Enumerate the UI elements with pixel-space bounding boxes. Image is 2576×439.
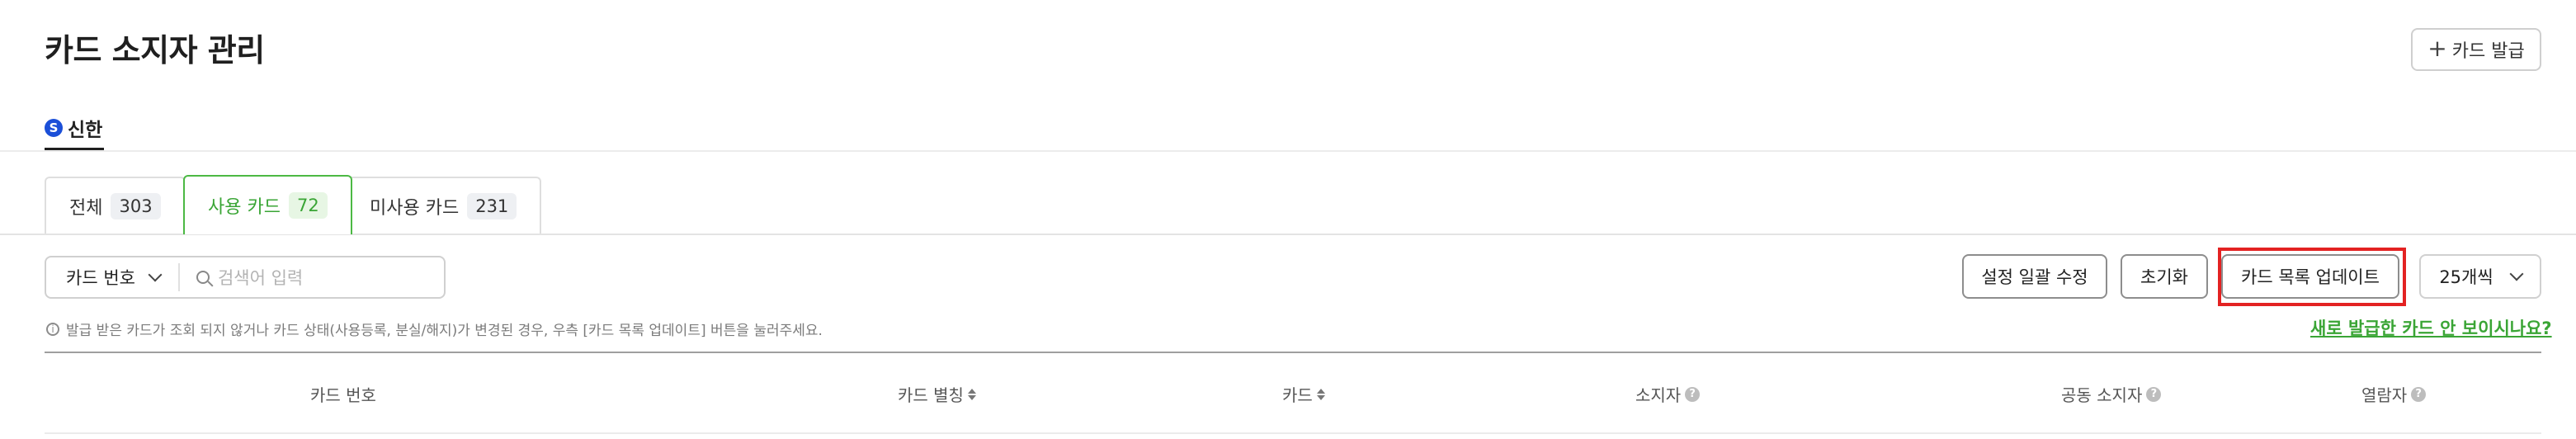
- issue-card-label: 카드 발급: [2451, 41, 2525, 62]
- new-card-help-link[interactable]: 새로 발급한 카드 안 보이시나요?: [2310, 315, 2552, 340]
- bank-tab-shinhan[interactable]: S 신한: [45, 114, 102, 142]
- shinhan-logo-icon: S: [45, 119, 63, 137]
- help-icon[interactable]: ?: [2411, 386, 2427, 402]
- bulk-edit-button[interactable]: 설정 일괄 수정: [1962, 254, 2107, 299]
- table-header-bottom-border: [45, 432, 2541, 434]
- info-message: i 발급 받은 카드가 조회 되지 않거나 카드 상태(사용등록, 분실/해지)…: [46, 319, 823, 339]
- column-label: 공동 소지자: [2061, 385, 2143, 405]
- search-placeholder: 검색어 입력: [217, 268, 304, 288]
- per-page-select[interactable]: 25개씩: [2419, 254, 2541, 299]
- per-page-value: 25개씩: [2439, 267, 2493, 287]
- search-field-select-value: 카드 번호: [66, 268, 135, 288]
- column-header-card-number: 카드 번호: [310, 382, 376, 406]
- sort-icon[interactable]: [1316, 388, 1325, 400]
- column-header-holder: 소지자 ?: [1635, 382, 1701, 406]
- bank-tab-label: 신한: [68, 120, 103, 141]
- search-icon: [196, 271, 210, 284]
- search-field-select[interactable]: 카드 번호: [46, 263, 180, 291]
- info-text: 발급 받은 카드가 조회 되지 않거나 카드 상태(사용등록, 분실/해지)가 …: [66, 323, 823, 339]
- sort-icon[interactable]: [967, 388, 976, 400]
- column-header-co-holder: 공동 소지자 ?: [2061, 382, 2162, 406]
- tab-all[interactable]: 전체 303: [45, 177, 186, 234]
- page-title: 카드 소지자 관리: [45, 32, 265, 68]
- tab-count-badge: 303: [111, 193, 161, 220]
- tab-label: 사용 카드: [208, 197, 281, 218]
- highlight-box: [2218, 248, 2406, 306]
- info-icon: i: [46, 322, 59, 336]
- table-top-border: [45, 352, 2541, 353]
- help-icon[interactable]: ?: [1685, 386, 1701, 402]
- reset-button[interactable]: 초기화: [2121, 254, 2208, 299]
- tab-active-cards[interactable]: 사용 카드 72: [183, 175, 352, 234]
- column-header-viewer: 열람자 ?: [2361, 382, 2427, 406]
- column-header-card-alias[interactable]: 카드 별칭: [898, 382, 976, 406]
- divider: [0, 234, 2576, 235]
- tab-label: 미사용 카드: [370, 198, 460, 219]
- tab-label: 전체: [69, 198, 103, 219]
- column-header-card[interactable]: 카드: [1282, 382, 1325, 406]
- tab-count-badge: 231: [467, 193, 517, 220]
- chevron-down-icon: [2509, 267, 2524, 281]
- column-label: 카드 별칭: [898, 385, 964, 405]
- issue-card-button[interactable]: + 카드 발급: [2411, 28, 2541, 71]
- search-box: 카드 번호 검색어 입력: [45, 256, 446, 299]
- plus-icon: +: [2427, 35, 2447, 62]
- tab-unused-cards[interactable]: 미사용 카드 231: [345, 177, 542, 234]
- column-label: 카드: [1282, 385, 1313, 405]
- column-label: 카드 번호: [310, 385, 376, 405]
- column-label: 소지자: [1635, 385, 1682, 405]
- divider: [0, 150, 2576, 152]
- tab-count-badge: 72: [288, 192, 328, 219]
- column-label: 열람자: [2361, 385, 2408, 405]
- search-input[interactable]: 검색어 입력: [180, 265, 303, 290]
- chevron-down-icon: [148, 267, 163, 282]
- help-icon[interactable]: ?: [2146, 386, 2162, 402]
